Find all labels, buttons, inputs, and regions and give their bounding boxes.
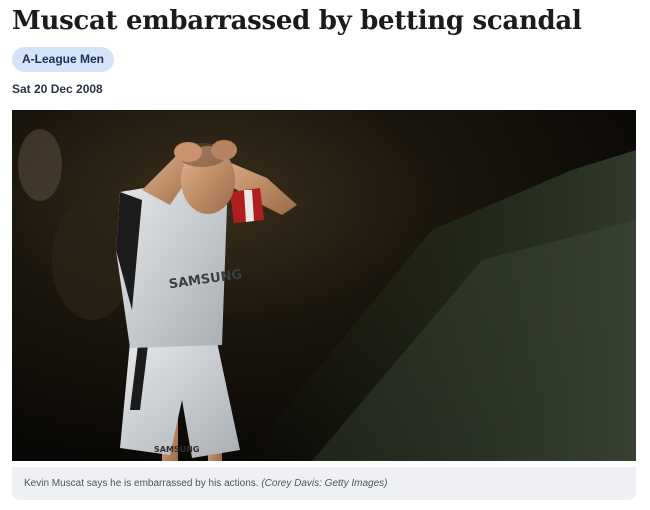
caption-credit: (Corey Davis: Getty Images)	[261, 478, 388, 489]
shorts-sponsor-text: SAMSUNG	[154, 445, 199, 454]
article-photo: SAMSUNG SAMSUNG	[12, 110, 636, 461]
publish-date: Sat 20 Dec 2008	[12, 82, 103, 96]
photo-illustration: SAMSUNG SAMSUNG	[12, 110, 636, 461]
photo-caption: Kevin Muscat says he is embarrassed by h…	[12, 467, 636, 500]
topic-tag-a-league-men[interactable]: A-League Men	[12, 47, 115, 72]
caption-text: Kevin Muscat says he is embarrassed by h…	[24, 478, 259, 489]
article-headline: Muscat embarrassed by betting scandal	[12, 6, 582, 36]
